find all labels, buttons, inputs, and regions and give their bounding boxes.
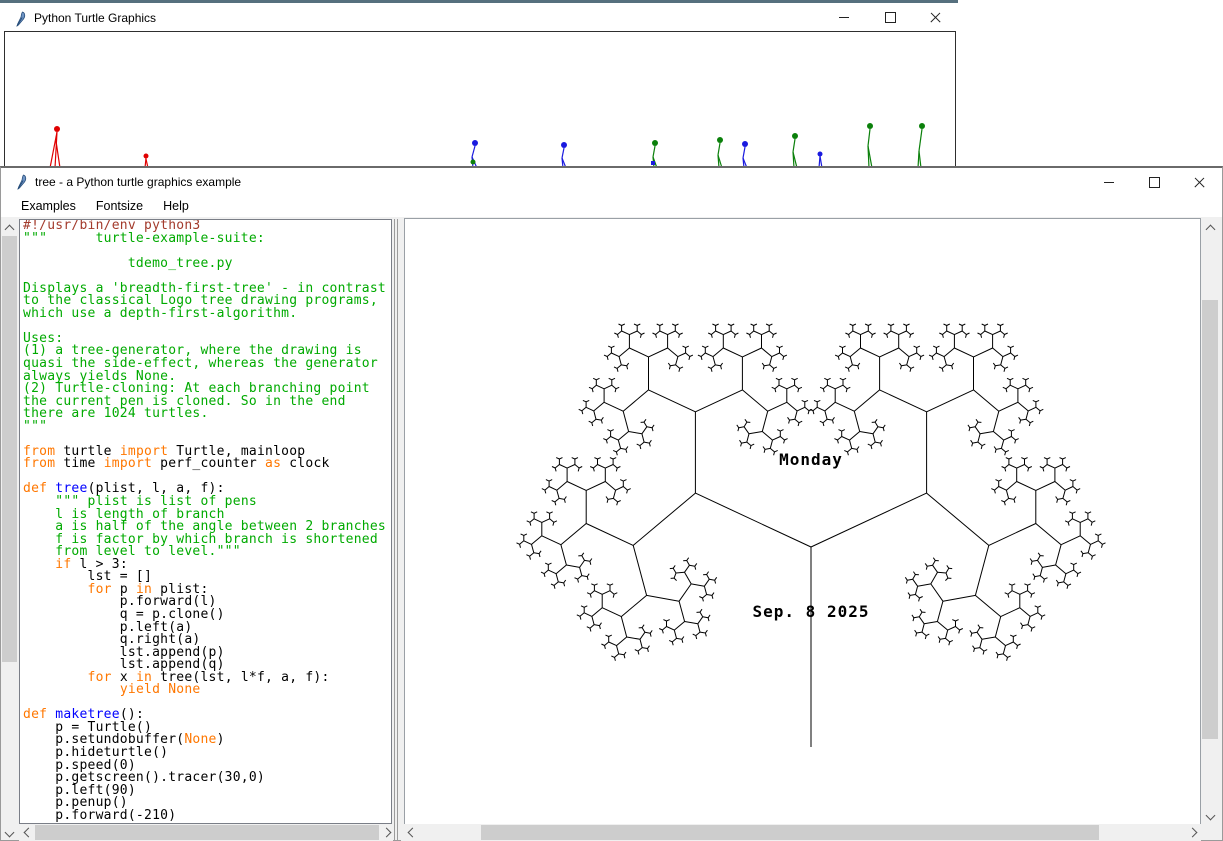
fractal-tree-drawing <box>405 219 1200 824</box>
code-line: from time import perf_counter as clock <box>23 458 386 471</box>
menu-examples[interactable]: Examples <box>11 197 86 216</box>
menu-help[interactable]: Help <box>153 197 199 216</box>
code-line <box>23 320 386 333</box>
code-line: p.forward(-210) <box>23 810 386 823</box>
minimize-icon <box>1104 182 1114 183</box>
menubar: Examples Fontsize Help <box>1 196 1222 217</box>
pane-sash[interactable] <box>397 219 398 840</box>
scrollbar-thumb[interactable] <box>481 825 1099 840</box>
titlebar[interactable]: tree - a Python turtle graphics example <box>1 168 1222 196</box>
window-content: #!/usr/bin/env python3""" turtle-example… <box>1 217 1222 840</box>
maximize-icon <box>1149 177 1160 188</box>
code-line: tdemo_tree.py <box>23 258 386 271</box>
tk-feather-icon <box>13 174 29 190</box>
code-line: yield None <box>23 684 386 697</box>
code-line: which use a depth-first-algorithm. <box>23 308 386 321</box>
tree-example-window: tree - a Python turtle graphics example … <box>0 166 1223 841</box>
pane-sash[interactable] <box>394 219 395 840</box>
scroll-down-icon[interactable] <box>1206 811 1216 821</box>
turtle-drawing-canvas: Monday Sep. 8 2025 <box>404 218 1201 825</box>
code-line: """ turtle-example-suite: <box>23 233 386 246</box>
scroll-left-icon[interactable] <box>408 828 418 838</box>
code-vertical-scrollbar[interactable] <box>1 219 18 840</box>
menu-fontsize[interactable]: Fontsize <box>86 197 153 216</box>
canvas-horizontal-scrollbar[interactable] <box>401 824 1201 841</box>
scrollbar-thumb[interactable] <box>1202 300 1218 739</box>
window-title: tree - a Python turtle graphics example <box>35 175 241 189</box>
code-line: there are 1024 turtles. <box>23 408 386 421</box>
scrollbar-thumb[interactable] <box>2 236 17 662</box>
code-horizontal-scrollbar[interactable] <box>19 824 393 841</box>
scroll-right-icon[interactable] <box>1188 828 1198 838</box>
close-button[interactable] <box>1176 168 1222 197</box>
code-line: """ <box>23 421 386 434</box>
scroll-up-icon[interactable] <box>1206 225 1216 235</box>
canvas-label-date: Sep. 8 2025 <box>753 602 870 621</box>
turtle-graphics-canvas <box>4 31 956 172</box>
forest-trees-drawing <box>0 0 958 170</box>
minimize-button[interactable] <box>1086 168 1132 197</box>
turtle-graphics-window: Python Turtle Graphics <box>0 0 958 166</box>
scroll-down-icon[interactable] <box>5 828 15 838</box>
scroll-right-icon[interactable] <box>382 828 392 838</box>
code-text: #!/usr/bin/env python3""" turtle-example… <box>23 220 386 822</box>
scroll-left-icon[interactable] <box>24 828 34 838</box>
scrollbar-thumb[interactable] <box>35 825 379 840</box>
scroll-up-icon[interactable] <box>5 225 15 235</box>
close-icon <box>1194 178 1204 188</box>
maximize-button[interactable] <box>1131 168 1177 197</box>
code-editor[interactable]: #!/usr/bin/env python3""" turtle-example… <box>19 219 392 824</box>
canvas-vertical-scrollbar[interactable] <box>1201 219 1219 824</box>
canvas-label-monday: Monday <box>779 450 843 469</box>
